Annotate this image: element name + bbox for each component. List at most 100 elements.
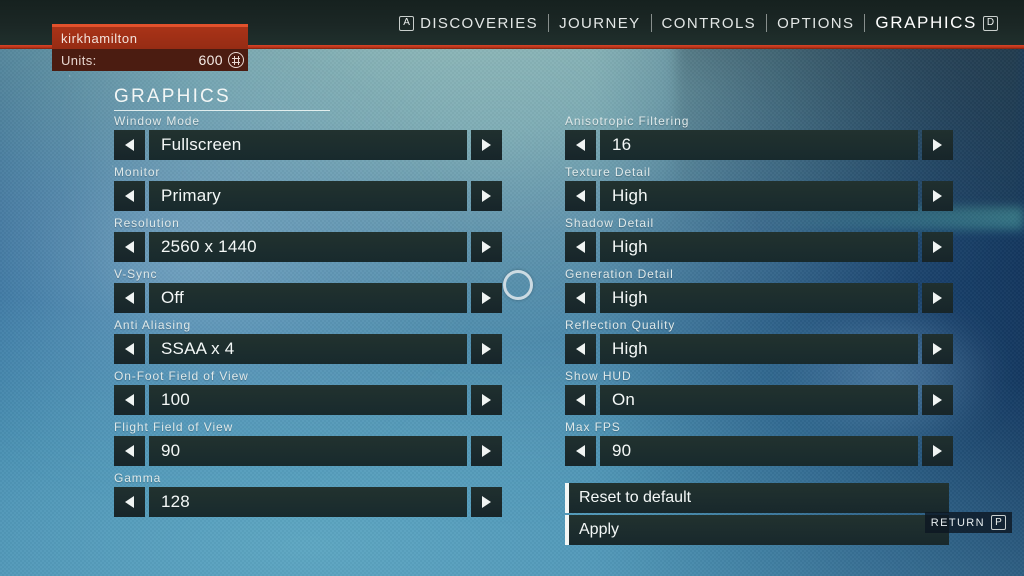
setting-value-box-flight-field-of-view[interactable]: 90 bbox=[149, 436, 467, 466]
units-label: Units: bbox=[61, 52, 97, 68]
setting-value-box-show-hud[interactable]: On bbox=[600, 385, 918, 415]
next-arrow-icon-generation-detail[interactable] bbox=[922, 283, 953, 313]
setting-label-on-foot-field-of-view: On-Foot Field of View bbox=[114, 369, 249, 383]
nav-item-label: GRAPHICS bbox=[875, 13, 977, 32]
next-arrow-icon-reflection-quality[interactable] bbox=[922, 334, 953, 364]
settings-column-left: Window Mode Fullscreen Monitor Primary Resol… bbox=[114, 113, 502, 521]
setting-value-gamma: 128 bbox=[161, 492, 190, 511]
setting-on-foot-field-of-view: On-Foot Field of View 100 bbox=[114, 368, 502, 419]
setting-control-anisotropic-filtering: 16 bbox=[565, 130, 953, 160]
nav-key-a-icon: A bbox=[399, 15, 415, 31]
units-glyph-icon bbox=[228, 52, 244, 68]
return-hint: RETURN P bbox=[924, 512, 1012, 533]
next-arrow-icon-window-mode[interactable] bbox=[471, 130, 502, 160]
action-button-group: Reset to default Apply bbox=[565, 483, 949, 547]
prev-arrow-icon-anti-aliasing[interactable] bbox=[114, 334, 145, 364]
setting-value-v-sync: Off bbox=[161, 288, 184, 307]
setting-control-gamma: 128 bbox=[114, 487, 502, 517]
setting-value-box-texture-detail[interactable]: High bbox=[600, 181, 918, 211]
next-arrow-icon-v-sync[interactable] bbox=[471, 283, 502, 313]
setting-value-texture-detail: High bbox=[612, 186, 648, 205]
setting-value-box-v-sync[interactable]: Off bbox=[149, 283, 467, 313]
action-button-apply[interactable]: Apply bbox=[565, 515, 949, 545]
prev-arrow-icon-anisotropic-filtering[interactable] bbox=[565, 130, 596, 160]
nav-item-options[interactable]: OPTIONS bbox=[767, 12, 864, 34]
nav-item-label: OPTIONS bbox=[777, 14, 855, 32]
prev-arrow-icon-monitor[interactable] bbox=[114, 181, 145, 211]
nav-item-discoveries[interactable]: A DISCOVERIES bbox=[389, 12, 548, 34]
next-arrow-icon-max-fps[interactable] bbox=[922, 436, 953, 466]
nav-key-d-icon: D bbox=[983, 15, 998, 31]
setting-control-generation-detail: High bbox=[565, 283, 953, 313]
nav-item-journey[interactable]: JOURNEY bbox=[549, 12, 650, 34]
setting-v-sync: V-Sync Off bbox=[114, 266, 502, 317]
return-hint-label: RETURN bbox=[930, 516, 985, 529]
next-arrow-icon-flight-field-of-view[interactable] bbox=[471, 436, 502, 466]
setting-label-window-mode: Window Mode bbox=[114, 114, 200, 128]
prev-arrow-icon-shadow-detail[interactable] bbox=[565, 232, 596, 262]
setting-value-anisotropic-filtering: 16 bbox=[612, 135, 632, 154]
setting-value-flight-field-of-view: 90 bbox=[161, 441, 181, 460]
setting-shadow-detail: Shadow Detail High bbox=[565, 215, 953, 266]
setting-value-reflection-quality: High bbox=[612, 339, 648, 358]
setting-value-box-reflection-quality[interactable]: High bbox=[600, 334, 918, 364]
prev-arrow-icon-flight-field-of-view[interactable] bbox=[114, 436, 145, 466]
setting-control-window-mode: Fullscreen bbox=[114, 130, 502, 160]
setting-value-window-mode: Fullscreen bbox=[161, 135, 242, 154]
setting-label-max-fps: Max FPS bbox=[565, 420, 621, 434]
setting-value-box-gamma[interactable]: 128 bbox=[149, 487, 467, 517]
next-arrow-icon-shadow-detail[interactable] bbox=[922, 232, 953, 262]
setting-value-box-max-fps[interactable]: 90 bbox=[600, 436, 918, 466]
nav-item-label: DISCOVERIES bbox=[420, 14, 539, 32]
next-arrow-icon-texture-detail[interactable] bbox=[922, 181, 953, 211]
prev-arrow-icon-reflection-quality[interactable] bbox=[565, 334, 596, 364]
prev-arrow-icon-v-sync[interactable] bbox=[114, 283, 145, 313]
main-nav: A DISCOVERIES JOURNEY CONTROLS OPTIONS GRAPHI… bbox=[389, 0, 1008, 46]
next-arrow-icon-gamma[interactable] bbox=[471, 487, 502, 517]
prev-arrow-icon-texture-detail[interactable] bbox=[565, 181, 596, 211]
setting-control-resolution: 2560 x 1440 bbox=[114, 232, 502, 262]
next-arrow-icon-anti-aliasing[interactable] bbox=[471, 334, 502, 364]
setting-label-reflection-quality: Reflection Quality bbox=[565, 318, 676, 332]
page-title-underline bbox=[114, 110, 330, 111]
next-arrow-icon-on-foot-field-of-view[interactable] bbox=[471, 385, 502, 415]
prev-arrow-icon-show-hud[interactable] bbox=[565, 385, 596, 415]
player-units-row: Units: 600 bbox=[52, 49, 248, 71]
page-title: GRAPHICS bbox=[114, 86, 231, 107]
next-arrow-icon-monitor[interactable] bbox=[471, 181, 502, 211]
setting-value-box-monitor[interactable]: Primary bbox=[149, 181, 467, 211]
setting-value-generation-detail: High bbox=[612, 288, 648, 307]
setting-value-box-window-mode[interactable]: Fullscreen bbox=[149, 130, 467, 160]
setting-control-on-foot-field-of-view: 100 bbox=[114, 385, 502, 415]
prev-arrow-icon-generation-detail[interactable] bbox=[565, 283, 596, 313]
player-name: kirkhamilton bbox=[61, 30, 138, 46]
setting-value-box-anisotropic-filtering[interactable]: 16 bbox=[600, 130, 918, 160]
next-arrow-icon-anisotropic-filtering[interactable] bbox=[922, 130, 953, 160]
setting-value-box-anti-aliasing[interactable]: SSAA x 4 bbox=[149, 334, 467, 364]
prev-arrow-icon-gamma[interactable] bbox=[114, 487, 145, 517]
setting-value-box-resolution[interactable]: 2560 x 1440 bbox=[149, 232, 467, 262]
nav-item-controls[interactable]: CONTROLS bbox=[652, 12, 767, 34]
setting-label-show-hud: Show HUD bbox=[565, 369, 632, 383]
next-arrow-icon-show-hud[interactable] bbox=[922, 385, 953, 415]
prev-arrow-icon-window-mode[interactable] bbox=[114, 130, 145, 160]
setting-label-gamma: Gamma bbox=[114, 471, 162, 485]
next-arrow-icon-resolution[interactable] bbox=[471, 232, 502, 262]
settings-column-right: Anisotropic Filtering 16 Texture Detail Hig… bbox=[565, 113, 953, 470]
setting-value-box-on-foot-field-of-view[interactable]: 100 bbox=[149, 385, 467, 415]
graphics-options-screen: A DISCOVERIES JOURNEY CONTROLS OPTIONS GRAPHI… bbox=[0, 0, 1024, 576]
nav-item-label: JOURNEY bbox=[559, 14, 641, 32]
setting-resolution: Resolution 2560 x 1440 bbox=[114, 215, 502, 266]
nav-item-graphics[interactable]: GRAPHICS D bbox=[865, 12, 1008, 34]
setting-value-box-generation-detail[interactable]: High bbox=[600, 283, 918, 313]
action-button-reset-to-default[interactable]: Reset to default bbox=[565, 483, 949, 513]
prev-arrow-icon-max-fps[interactable] bbox=[565, 436, 596, 466]
setting-value-box-shadow-detail[interactable]: High bbox=[600, 232, 918, 262]
action-button-label: Reset to default bbox=[579, 489, 692, 506]
setting-label-v-sync: V-Sync bbox=[114, 267, 158, 281]
prev-arrow-icon-resolution[interactable] bbox=[114, 232, 145, 262]
prev-arrow-icon-on-foot-field-of-view[interactable] bbox=[114, 385, 145, 415]
setting-value-anti-aliasing: SSAA x 4 bbox=[161, 339, 235, 358]
setting-window-mode: Window Mode Fullscreen bbox=[114, 113, 502, 164]
setting-monitor: Monitor Primary bbox=[114, 164, 502, 215]
